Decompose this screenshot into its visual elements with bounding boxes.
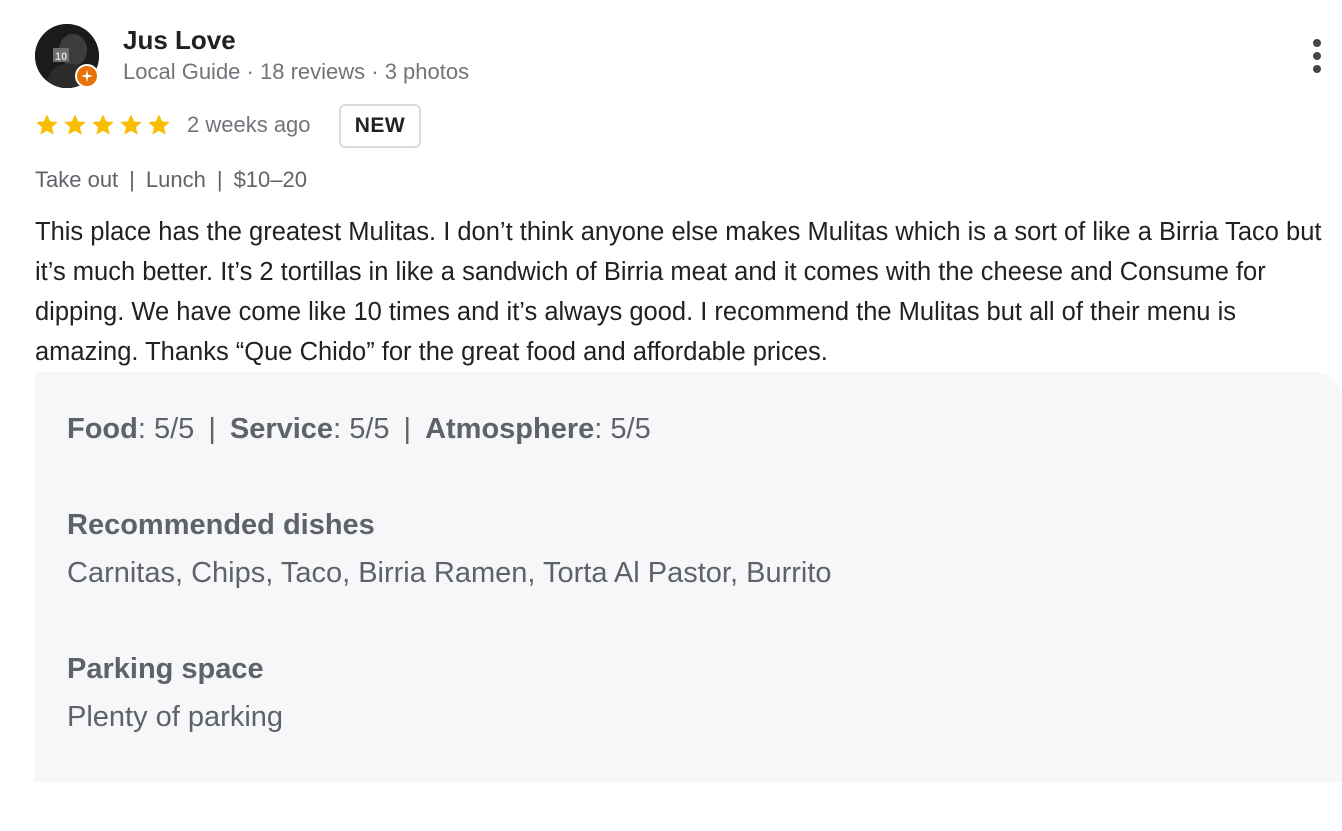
attribute-separator: | [216,167,223,192]
atmosphere-label: Atmosphere [425,413,595,445]
star-icon [148,114,170,135]
star-rating [34,112,172,140]
rating-separator: | [208,413,216,445]
review-time: 2 weeks ago [187,112,311,137]
reviewer-meta: Local Guide · 18 reviews · 3 photos [123,58,469,86]
star-icon [64,114,86,135]
meta-separator: · [240,59,260,84]
label-colon: : [333,413,342,445]
attribute-price: $10–20 [233,167,307,192]
food-label: Food [67,413,138,445]
star-icon [36,114,58,135]
attribute-separator: | [129,167,135,192]
review-text: This place has the greatest Mulitas. I d… [35,218,1322,366]
new-badge: NEW [339,104,421,148]
reviewer-photo-count: 3 photos [384,59,470,84]
star-icon [120,114,142,135]
svg-text:10: 10 [55,51,67,63]
label-colon: : [594,413,603,445]
service-value: 5/5 [349,413,390,445]
attribute-service-type: Take out [35,167,119,192]
local-guide-badge-icon [75,64,99,88]
parking-title: Parking space [67,653,264,685]
more-vert-icon[interactable] [1300,36,1334,76]
rating-separator: | [403,413,412,445]
recommended-dishes-title: Recommended dishes [67,509,375,541]
attribute-meal-type: Lunch [145,167,206,192]
atmosphere-value: 5/5 [610,413,651,445]
avatar[interactable]: 10 [35,24,99,88]
recommended-dishes-value: Carnitas, Chips, Taco, Birria Ramen, Tor… [67,557,832,589]
reviewer-review-count: 18 reviews [259,59,366,84]
review-details-panel: Food: 5/5 | Service: 5/5 | Atmosphere: 5/5 R… [35,372,1342,782]
label-colon: : [137,413,146,445]
sub-ratings: Food: 5/5 | Service: 5/5 | Atmosphere: 5/5 [67,410,651,448]
more-dot [1313,65,1321,73]
reviewer-name[interactable]: Jus Love [123,24,236,56]
more-dot [1313,39,1321,47]
more-dot [1313,52,1321,60]
review-card: 10 Jus Love Local Guide · 18 reviews · 3… [0,0,1342,831]
review-attributes: Take out | Lunch | $10–20 [35,166,307,194]
star-icon [92,114,114,135]
food-value: 5/5 [153,413,195,445]
reviewer-level: Local Guide [123,59,241,84]
meta-separator: · [365,59,385,84]
parking-value: Plenty of parking [67,701,284,733]
service-label: Service [229,413,334,445]
